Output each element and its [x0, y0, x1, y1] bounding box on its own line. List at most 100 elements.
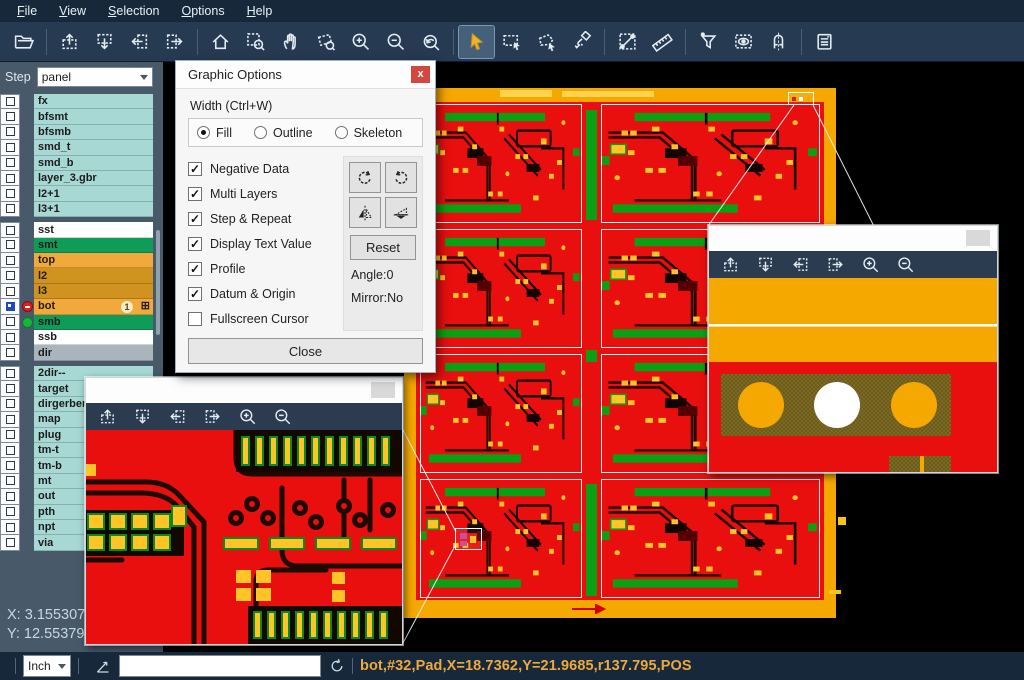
layer-row-sst[interactable]: sst	[0, 222, 163, 237]
layer-row-smb[interactable]: smb	[0, 315, 163, 330]
layer-name[interactable]: l3	[34, 284, 153, 299]
layer-name[interactable]: smd_t	[34, 140, 153, 155]
layer-name[interactable]: l2	[34, 268, 153, 283]
layer-checkbox[interactable]	[0, 443, 20, 458]
layer-checkbox[interactable]	[0, 489, 20, 504]
zoom-in-button[interactable]	[857, 253, 883, 277]
layer-row-l2[interactable]: l2	[0, 268, 163, 283]
radio-outline[interactable]: Outline	[254, 126, 313, 140]
layer-checkbox[interactable]	[0, 505, 20, 520]
layer-checkbox[interactable]	[0, 156, 20, 171]
layer-checkbox[interactable]	[0, 94, 20, 109]
clear-highlight-button[interactable]	[564, 26, 599, 58]
zoom-window-titlebar[interactable]	[86, 378, 402, 403]
zoom-window-button[interactable]	[966, 230, 990, 246]
layer-checkbox[interactable]	[0, 474, 20, 489]
pan-hand-button[interactable]	[273, 26, 308, 58]
menu-options[interactable]: Options	[170, 0, 235, 22]
layer-checkbox[interactable]	[0, 109, 20, 124]
zoom-in-button[interactable]	[343, 26, 378, 58]
select-rectangle-button[interactable]	[494, 26, 529, 58]
open-button[interactable]	[6, 26, 41, 58]
checkbox-multi-layers[interactable]: ✓Multi Layers	[188, 181, 343, 206]
command-input[interactable]	[119, 655, 321, 677]
pan-right-button[interactable]	[822, 253, 848, 277]
layer-row-l3[interactable]: l3	[0, 284, 163, 299]
zoom-window-titlebar[interactable]	[709, 226, 997, 251]
pan-up-button[interactable]	[94, 405, 120, 429]
zoom-window-corner[interactable]	[708, 225, 998, 473]
zoom-out-button[interactable]	[269, 405, 295, 429]
layer-name[interactable]: fx	[34, 94, 153, 109]
checkbox-negative-data[interactable]: ✓Negative Data	[188, 156, 343, 181]
layer-row-bfsmt[interactable]: bfsmt	[0, 109, 163, 124]
layer-checkbox[interactable]	[0, 520, 20, 535]
zoom-home-button[interactable]	[203, 26, 238, 58]
menu-selection[interactable]: Selection	[97, 0, 170, 22]
layer-checkbox[interactable]	[0, 202, 20, 217]
close-icon[interactable]: x	[411, 66, 430, 83]
reset-button[interactable]: Reset	[350, 235, 416, 260]
pan-up-button[interactable]	[717, 253, 743, 277]
layer-name[interactable]: ssb	[34, 330, 153, 345]
menu-help[interactable]: Help	[236, 0, 284, 22]
layer-checkbox[interactable]	[0, 284, 20, 299]
layer-row-layer_3.gbr[interactable]: layer_3.gbr	[0, 171, 163, 186]
layer-checkbox[interactable]	[0, 315, 20, 330]
zoom-out-button[interactable]	[892, 253, 918, 277]
layer-checkbox[interactable]	[0, 366, 20, 381]
layer-row-l3+1[interactable]: l3+1	[0, 202, 163, 217]
zoom-in-button[interactable]	[234, 405, 260, 429]
layer-checkbox[interactable]	[0, 330, 20, 345]
layer-checkbox[interactable]	[0, 458, 20, 473]
zoom-previous-button[interactable]	[413, 26, 448, 58]
zoom-out-button[interactable]	[378, 26, 413, 58]
layer-name[interactable]: smt	[34, 238, 153, 253]
layer-row-bot[interactable]: bot1⊞	[0, 299, 163, 314]
zoom-window-button[interactable]	[371, 382, 395, 398]
layer-name[interactable]: bot1⊞	[34, 299, 153, 314]
zoom-polygon-button[interactable]	[308, 26, 343, 58]
dialog-titlebar[interactable]: Graphic Options x	[176, 61, 435, 89]
zoom-window-detail[interactable]	[85, 377, 403, 645]
measure-ruler-button[interactable]	[645, 26, 680, 58]
layer-row-smd_t[interactable]: smd_t	[0, 140, 163, 155]
layer-name[interactable]: l2+1	[34, 186, 153, 201]
angle-measure-icon[interactable]	[94, 658, 111, 675]
rotate-ccw-button[interactable]	[385, 162, 417, 193]
close-button[interactable]: Close	[188, 338, 423, 364]
layer-checkbox[interactable]	[0, 299, 20, 314]
measure-distance-button[interactable]	[610, 26, 645, 58]
layer-name[interactable]: l3+1	[34, 202, 153, 217]
properties-panel-button[interactable]	[807, 26, 842, 58]
mirror-horizontal-button[interactable]	[385, 197, 417, 228]
layer-checkbox[interactable]	[0, 412, 20, 427]
checkbox-datum-origin[interactable]: ✓Datum & Origin	[188, 281, 343, 306]
radio-fill[interactable]: Fill	[197, 126, 232, 140]
checkbox-profile[interactable]: ✓Profile	[188, 256, 343, 281]
select-cursor-button[interactable]	[459, 26, 494, 58]
layer-checkbox[interactable]	[0, 186, 20, 201]
pan-left-button[interactable]	[164, 405, 190, 429]
layer-checkbox[interactable]	[0, 345, 20, 360]
layer-checkbox[interactable]	[0, 268, 20, 283]
mirror-vertical-button[interactable]	[349, 197, 381, 228]
layer-checkbox[interactable]	[0, 535, 20, 550]
layer-name[interactable]: dir	[34, 345, 153, 360]
layer-checkbox[interactable]	[0, 171, 20, 186]
zoom-window-button[interactable]	[238, 26, 273, 58]
layer-checkbox[interactable]	[0, 222, 20, 237]
pan-left-button[interactable]	[122, 26, 157, 58]
menu-view[interactable]: View	[48, 0, 97, 22]
layer-row-top[interactable]: top	[0, 253, 163, 268]
pan-right-button[interactable]	[157, 26, 192, 58]
layer-name[interactable]: bfsmt	[34, 109, 153, 124]
layer-checkbox[interactable]	[0, 253, 20, 268]
snap-button[interactable]	[761, 26, 796, 58]
pan-down-button[interactable]	[87, 26, 122, 58]
menu-file[interactable]: File	[6, 0, 48, 22]
layer-checkbox[interactable]	[0, 381, 20, 396]
checkbox-step-repeat[interactable]: ✓Step & Repeat	[188, 206, 343, 231]
zoom-window-view[interactable]	[86, 430, 402, 644]
layer-checkbox[interactable]	[0, 397, 20, 412]
